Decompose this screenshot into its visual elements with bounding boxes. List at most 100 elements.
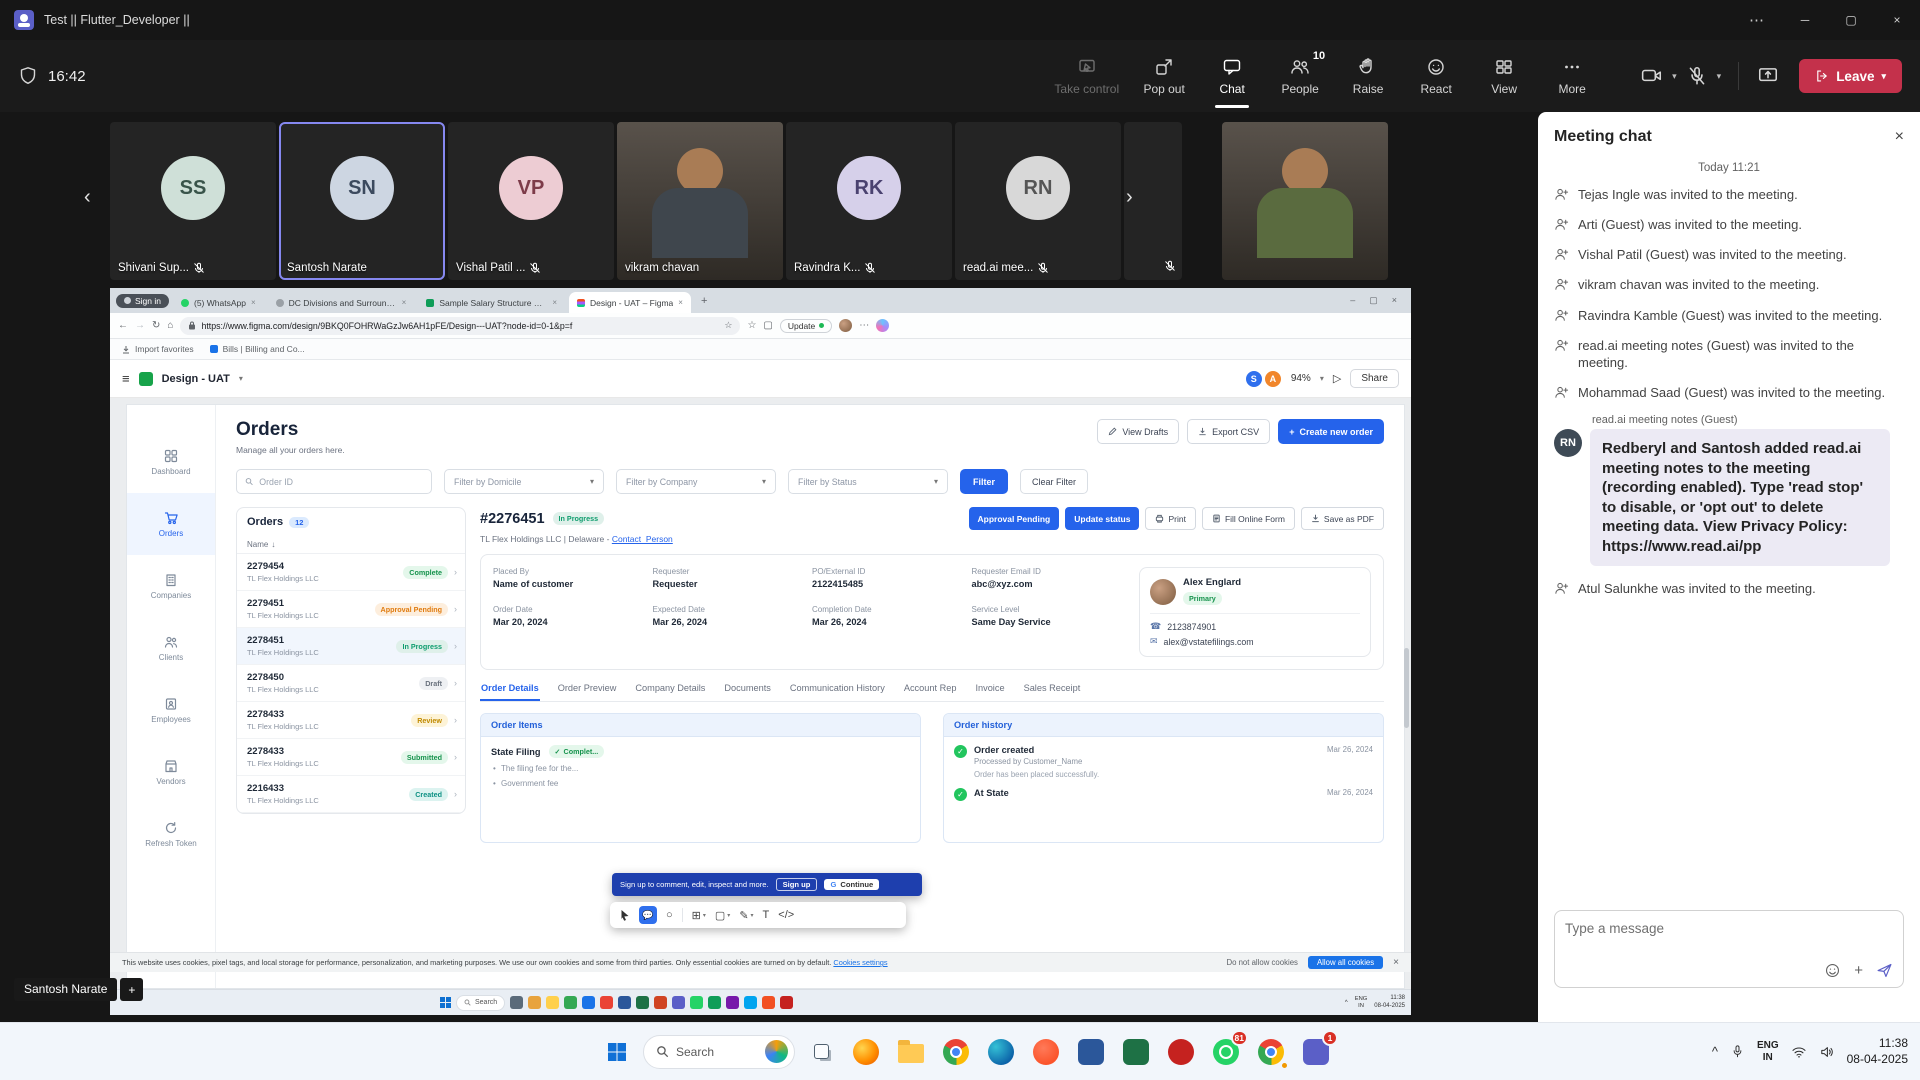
participant-tile[interactable]: RK Ravindra K...	[786, 122, 952, 280]
sign-up-button[interactable]: Sign up	[776, 878, 818, 891]
tab-sales-receipt[interactable]: Sales Receipt	[1023, 683, 1082, 701]
word-icon[interactable]	[1072, 1033, 1110, 1071]
strip-scroll-right-icon[interactable]: ›	[1126, 186, 1133, 209]
shared-taskbar-icon[interactable]	[654, 996, 667, 1009]
address-bar[interactable]: https://www.figma.com/design/9BKQ0FOHRWa…	[180, 317, 740, 335]
leave-button[interactable]: Leave ▾	[1799, 59, 1902, 93]
order-row[interactable]: 2279451TL Flex Holdings LLC Approval Pen…	[237, 591, 465, 628]
deny-cookies-button[interactable]: Do not allow cookies	[1226, 958, 1298, 967]
shared-taskbar-icon[interactable]	[744, 996, 757, 1009]
shared-language-indicator[interactable]: ENGIN	[1355, 996, 1368, 1009]
strip-scroll-left-icon[interactable]: ‹	[84, 186, 91, 209]
column-header[interactable]: Name	[247, 540, 268, 549]
home-icon[interactable]: ⌂	[167, 320, 173, 331]
tray-chevron-up-icon[interactable]: ^	[1712, 1044, 1718, 1059]
language-indicator[interactable]: ENGIN	[1757, 1040, 1779, 1064]
excel-icon[interactable]	[1117, 1033, 1155, 1071]
shared-taskbar-icon[interactable]	[510, 996, 523, 1009]
titlebar-more-icon[interactable]: ⋯	[1733, 11, 1782, 29]
shared-taskbar-icon[interactable]	[564, 996, 577, 1009]
ellipse-tool-icon[interactable]: ○	[666, 909, 673, 921]
tab-communication-history[interactable]: Communication History	[789, 683, 886, 701]
order-row-selected[interactable]: 2278451TL Flex Holdings LLC In Progress›	[237, 628, 465, 665]
browser-minimize-icon[interactable]: –	[1350, 295, 1355, 306]
sidebar-item-vendors[interactable]: Vendors	[127, 741, 215, 803]
favorites-bookmark[interactable]: Bills | Billing and Co...	[210, 344, 305, 354]
forward-icon[interactable]: →	[135, 320, 145, 331]
collaborator-avatar[interactable]: S	[1245, 370, 1263, 388]
tab-company-details[interactable]: Company Details	[634, 683, 706, 701]
cookies-settings-link[interactable]: Cookies settings	[833, 958, 887, 967]
shared-search-box[interactable]: Search	[456, 995, 505, 1011]
browser-tab-active[interactable]: Design - UAT – Figma×	[569, 292, 691, 313]
file-explorer-icon[interactable]	[892, 1033, 930, 1071]
profile-avatar[interactable]	[839, 319, 852, 332]
shared-start-button[interactable]	[440, 997, 451, 1008]
code-tool-icon[interactable]: </>	[778, 909, 794, 921]
import-favorites-button[interactable]: Import favorites	[122, 344, 194, 354]
taskbar-clock[interactable]: 11:3808-04-2025	[1847, 1036, 1908, 1067]
participant-tile-partial[interactable]	[1124, 122, 1182, 280]
shared-taskbar-icon[interactable]	[672, 996, 685, 1009]
pen-tool-icon[interactable]: ✎▾	[739, 909, 753, 922]
pop-out-button[interactable]: Pop out	[1133, 44, 1195, 108]
raise-hand-button[interactable]: Raise	[1337, 44, 1399, 108]
contact-person-link[interactable]: Contact_Person	[612, 534, 673, 544]
shared-taskbar-icon[interactable]	[546, 996, 559, 1009]
participant-tile-active-speaker[interactable]: SN Santosh Narate	[279, 122, 445, 280]
order-id-search[interactable]	[236, 469, 432, 494]
firefox-icon[interactable]	[847, 1033, 885, 1071]
people-button[interactable]: 10 People	[1269, 44, 1331, 108]
volume-icon[interactable]	[1819, 1044, 1835, 1060]
wifi-icon[interactable]	[1791, 1044, 1807, 1060]
sidebar-item-dashboard[interactable]: Dashboard	[127, 431, 215, 493]
tab-order-preview[interactable]: Order Preview	[557, 683, 618, 701]
order-id-input[interactable]	[259, 477, 423, 487]
shared-taskbar-icon[interactable]	[618, 996, 631, 1009]
emoji-icon[interactable]	[1824, 962, 1841, 979]
shared-taskbar-icon[interactable]	[636, 996, 649, 1009]
close-button[interactable]: ×	[1874, 0, 1920, 40]
teams-icon[interactable]: 1	[1297, 1033, 1335, 1071]
tab-documents[interactable]: Documents	[723, 683, 771, 701]
shared-clock[interactable]: 11:3808-04-2025	[1374, 995, 1405, 1009]
present-icon[interactable]: ▷	[1333, 372, 1341, 385]
participant-tile[interactable]: SS Shivani Sup...	[110, 122, 276, 280]
edge-icon[interactable]	[982, 1033, 1020, 1071]
sidebar-item-clients[interactable]: Clients	[127, 617, 215, 679]
browser-tab[interactable]: DC Divisions and Surroundings×	[268, 292, 415, 313]
chat-button[interactable]: Chat	[1201, 44, 1263, 108]
tab-account-rep[interactable]: Account Rep	[903, 683, 958, 701]
task-view-button[interactable]	[802, 1033, 840, 1071]
fill-online-form-button[interactable]: Fill Online Form	[1202, 507, 1295, 530]
tab-invoice[interactable]: Invoice	[974, 683, 1005, 701]
figma-menu-icon[interactable]: ≡	[122, 371, 130, 386]
allow-cookies-button[interactable]: Allow all cookies	[1308, 956, 1383, 969]
sort-down-icon[interactable]: ↓	[271, 540, 275, 549]
tab-close-icon[interactable]: ×	[552, 298, 557, 307]
taskbar-search-box[interactable]: Search	[643, 1035, 795, 1069]
tab-close-icon[interactable]: ×	[251, 298, 256, 307]
sidebar-item-companies[interactable]: Companies	[127, 555, 215, 617]
zoom-dropdown-chevron[interactable]: ▾	[1320, 374, 1324, 383]
shared-taskbar-icon[interactable]	[780, 996, 793, 1009]
figma-canvas[interactable]: Dashboard Orders Companies	[110, 398, 1411, 989]
shared-taskbar-icon[interactable]	[600, 996, 613, 1009]
message-compose-box[interactable]: +	[1554, 910, 1904, 988]
participant-tile[interactable]: RN read.ai mee...	[955, 122, 1121, 280]
browser-menu-icon[interactable]: ⋯	[859, 320, 869, 331]
attach-plus-icon[interactable]: +	[1854, 962, 1863, 979]
view-drafts-button[interactable]: View Drafts	[1097, 419, 1179, 444]
back-icon[interactable]: ←	[118, 320, 128, 331]
zoom-level[interactable]: 94%	[1291, 373, 1311, 384]
shared-taskbar-icon[interactable]	[528, 996, 541, 1009]
bookmark-star-icon[interactable]: ☆	[724, 320, 732, 331]
browser-tab[interactable]: Sample Salary Structure with calc...×	[418, 292, 565, 313]
order-row[interactable]: 2278433TL Flex Holdings LLC Review›	[237, 702, 465, 739]
favorites-icon[interactable]: ☆	[747, 320, 756, 331]
shared-taskbar-icon[interactable]	[726, 996, 739, 1009]
camera-dropdown-chevron[interactable]: ▾	[1669, 71, 1680, 82]
tab-close-icon[interactable]: ×	[402, 298, 407, 307]
leave-dropdown-chevron[interactable]: ▾	[1881, 71, 1886, 82]
browser-maximize-icon[interactable]: ▢	[1369, 295, 1378, 306]
